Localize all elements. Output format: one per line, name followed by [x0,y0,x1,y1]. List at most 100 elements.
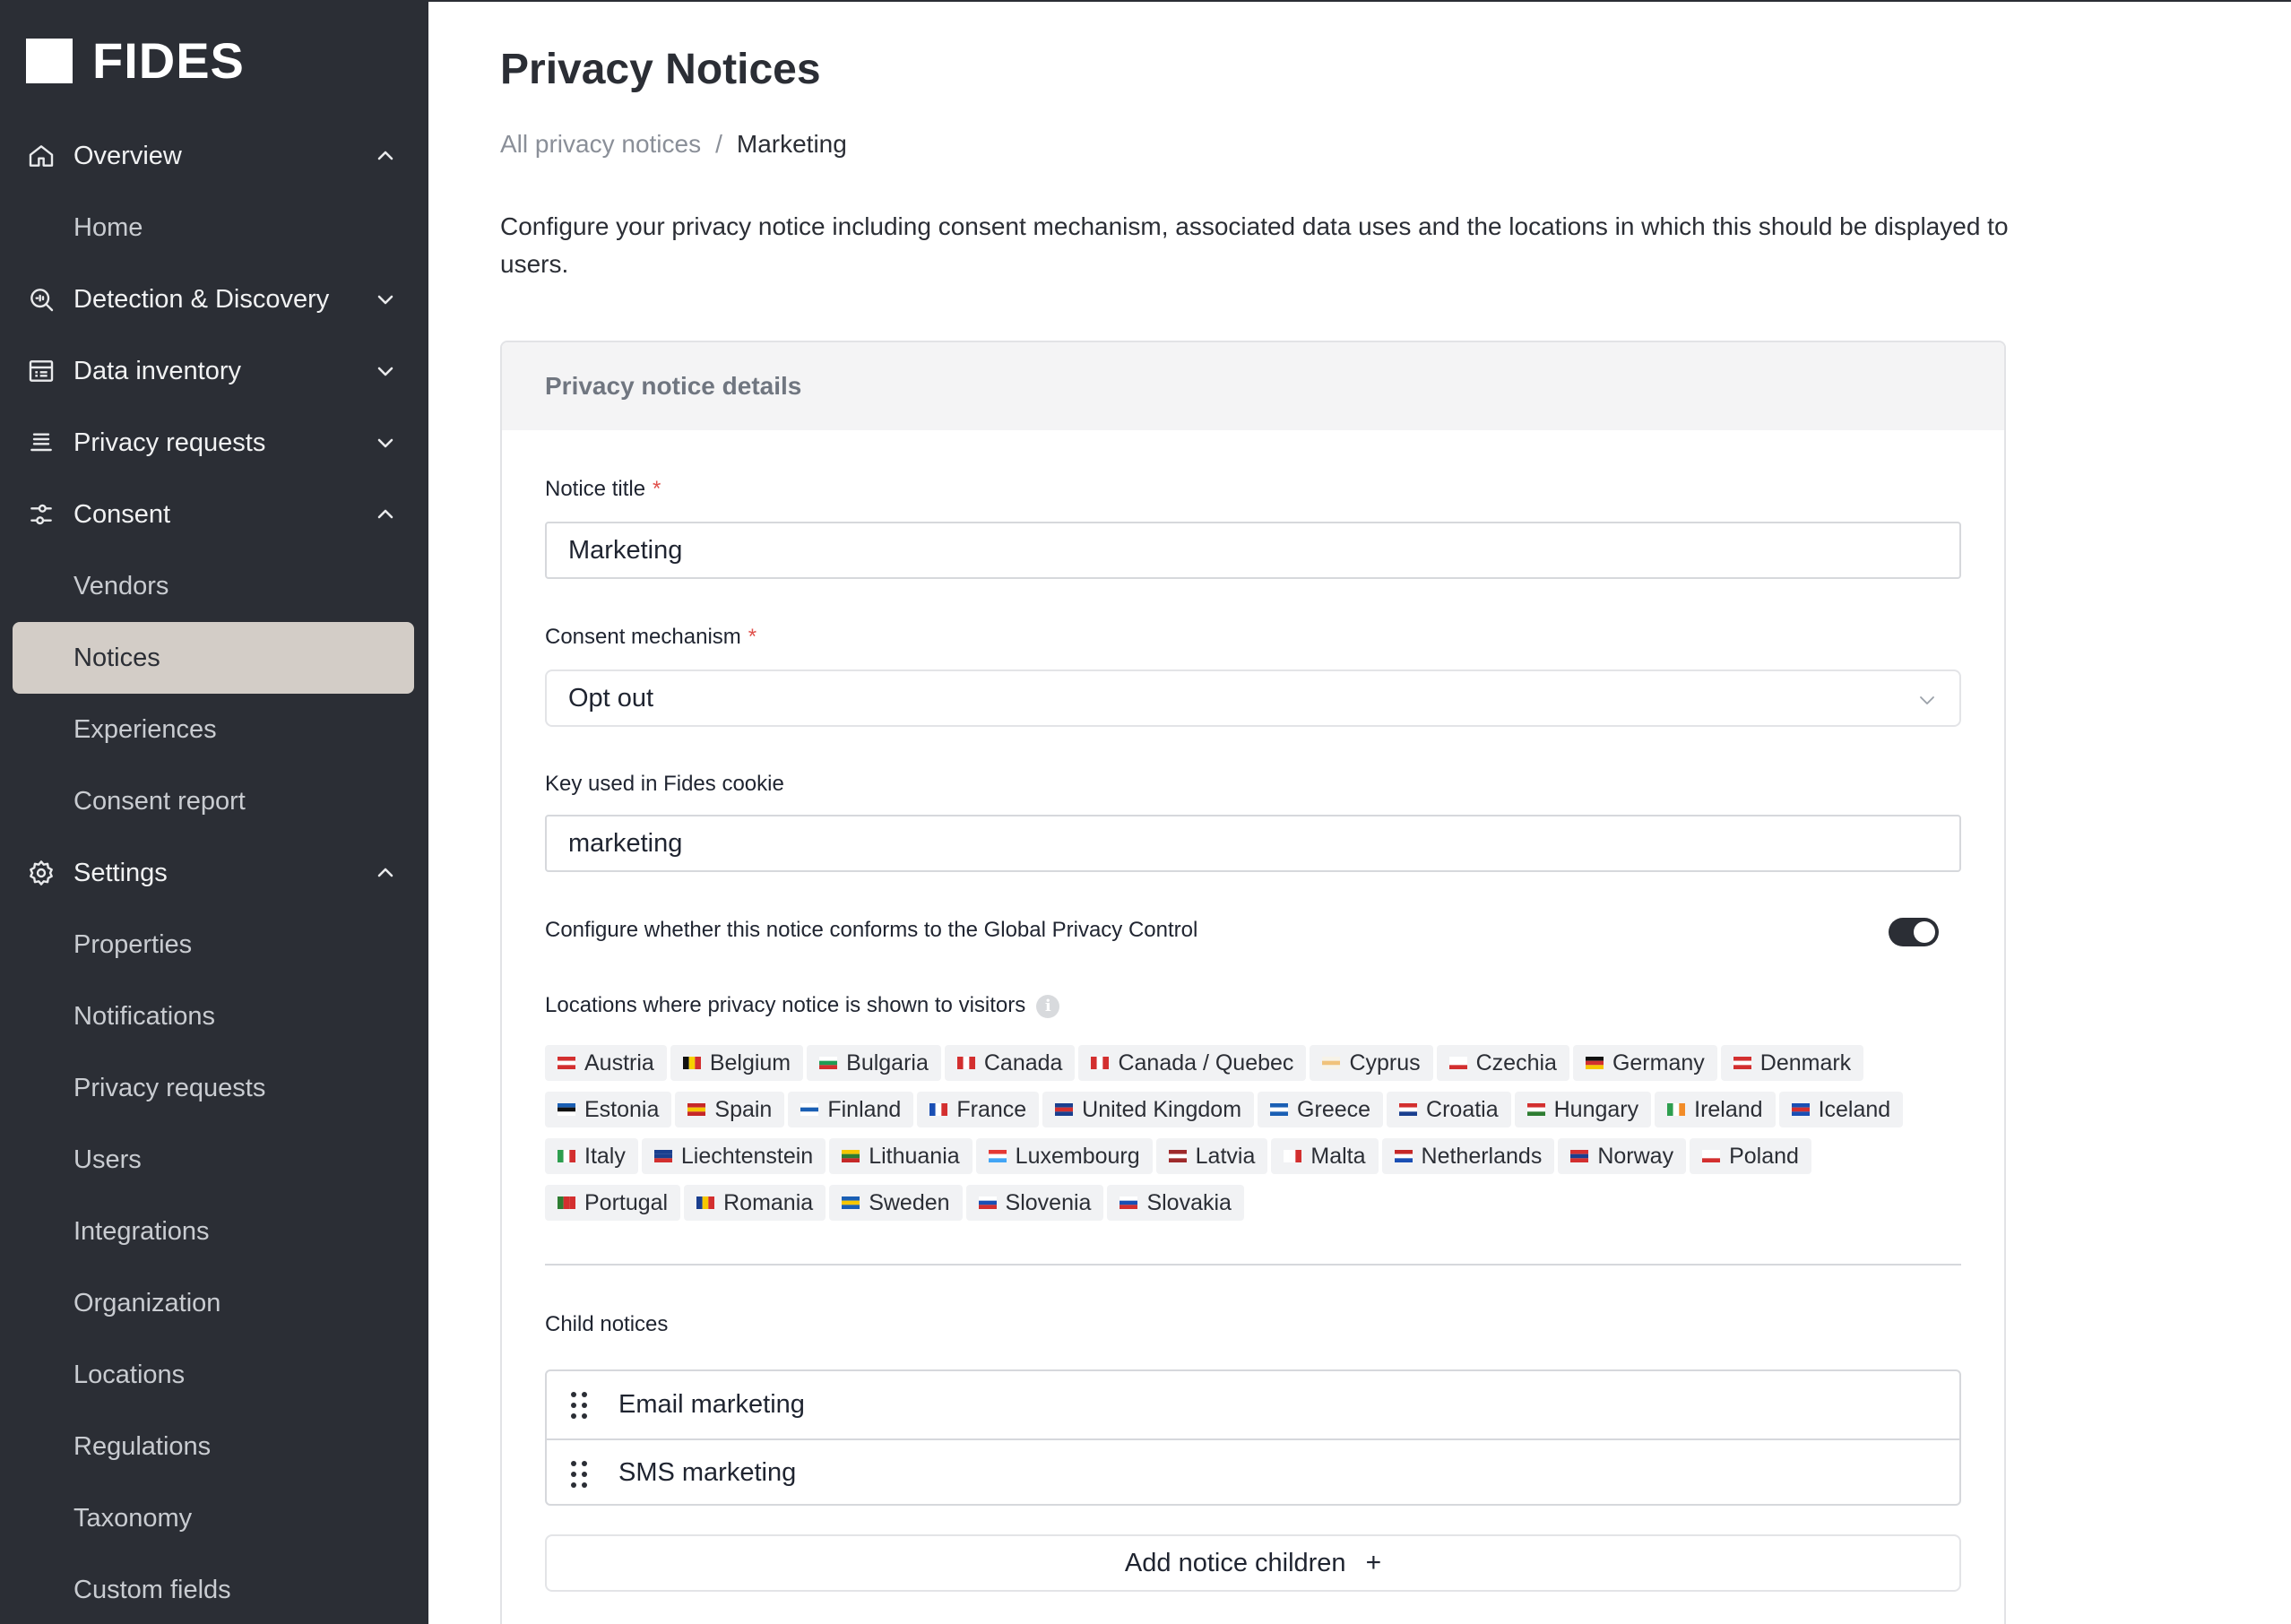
location-tag[interactable]: Belgium [670,1045,804,1081]
nav-integrations[interactable]: Integrations [0,1196,428,1267]
nav-data-inventory[interactable]: Data inventory [0,335,428,407]
nav-regulations[interactable]: Regulations [0,1411,428,1482]
location-tag[interactable]: Portugal [545,1185,681,1221]
notice-title-label: Notice title * [545,477,661,502]
nav-locations[interactable]: Locations [0,1339,428,1411]
drag-handle-icon[interactable] [568,1458,590,1490]
location-tag[interactable]: Lithuania [829,1138,973,1174]
location-tag[interactable]: Italy [545,1138,638,1174]
location-tag[interactable]: Canada [944,1045,1076,1081]
drag-handle-icon[interactable] [568,1389,590,1421]
toggle-knob [1914,921,1935,943]
cookie-key-label: Key used in Fides cookie [545,772,784,797]
card-header: Privacy notice details [502,342,2004,430]
flag-icon [1526,1103,1545,1116]
nav-experiences-label: Experiences [73,714,217,744]
location-tag[interactable]: Estonia [545,1092,672,1127]
page-description: Configure your privacy notice including … [500,212,2009,278]
breadcrumb-parent-link[interactable]: All privacy notices [500,130,701,159]
notice-title-input[interactable]: Marketing [545,522,1961,579]
chevron-up-icon [377,151,393,160]
nav-privacy-requests[interactable]: Privacy requests [0,407,428,479]
child-notices-label-text: Child notices [545,1312,669,1336]
nav-vendors[interactable]: Vendors [0,550,428,622]
location-tag[interactable]: Spain [675,1092,785,1127]
nav-home[interactable]: Home [0,192,428,263]
flag-icon [1667,1103,1686,1116]
nav-experiences[interactable]: Experiences [0,694,428,765]
gpc-label: Configure whether this notice conforms t… [545,918,1197,943]
gpc-toggle[interactable] [1889,918,1939,946]
flag-icon [558,1103,575,1116]
add-notice-children-label: Add notice children [1124,1548,1346,1577]
location-tag[interactable]: Liechtenstein [641,1138,826,1174]
nav-consent-report[interactable]: Consent report [0,765,428,837]
consent-mechanism-select[interactable]: Opt out [545,669,1961,727]
add-notice-children-button[interactable]: Add notice children + [545,1534,1961,1592]
location-tag[interactable]: Denmark [1720,1045,1864,1081]
list-icon [30,433,52,452]
location-tag[interactable]: Netherlands [1381,1138,1555,1174]
location-tag[interactable]: Bulgaria [807,1045,941,1081]
location-tag-label: Luxembourg [1015,1143,1140,1169]
location-tag[interactable]: Sweden [829,1185,963,1221]
location-tag[interactable]: Cyprus [1310,1045,1433,1081]
child-notice-item[interactable]: Email marketing [547,1371,1959,1438]
section-divider [545,1264,1961,1266]
nav-organization[interactable]: Organization [0,1267,428,1339]
location-tag[interactable]: Czechia [1436,1045,1569,1081]
location-tag[interactable]: Austria [545,1045,667,1081]
location-tag-label: Greece [1297,1096,1371,1122]
sidebar: FIDES Overview Home Detection & Discover… [0,0,428,1624]
location-tag-label: Lithuania [869,1143,960,1169]
location-tag[interactable]: Hungary [1514,1092,1652,1127]
location-tag[interactable]: Ireland [1655,1092,1776,1127]
chevron-down-icon [377,438,393,448]
nav-overview[interactable]: Overview [0,120,428,192]
location-tag[interactable]: Malta [1271,1138,1379,1174]
nav-settings-privacy-requests[interactable]: Privacy requests [0,1052,428,1124]
location-tag[interactable]: Slovenia [965,1185,1104,1221]
nav-consent[interactable]: Consent [0,479,428,550]
location-tag[interactable]: France [917,1092,1040,1127]
nav-properties[interactable]: Properties [0,909,428,980]
location-tag[interactable]: United Kingdom [1042,1092,1255,1127]
flag-icon [1284,1150,1302,1162]
nav-custom-fields[interactable]: Custom fields [0,1554,428,1624]
nav-notifications[interactable]: Notifications [0,980,428,1052]
location-tag[interactable]: Canada / Quebec [1078,1045,1307,1081]
location-tag[interactable]: Romania [684,1185,826,1221]
location-tag[interactable]: Greece [1258,1092,1384,1127]
table-icon [29,360,54,382]
nav-notices[interactable]: Notices [13,622,414,694]
nav-locations-label: Locations [73,1360,186,1389]
location-tag[interactable]: Poland [1690,1138,1811,1174]
location-tag[interactable]: Germany [1572,1045,1717,1081]
location-tag[interactable]: Latvia [1155,1138,1268,1174]
nav-detection-label: Detection & Discovery [73,284,330,314]
location-tag[interactable]: Finland [788,1092,914,1127]
fides-logo[interactable]: FIDES [26,31,245,90]
location-tag-row: Estonia Spain Finland France United Kingdom G… [545,1092,1979,1127]
nav-taxonomy[interactable]: Taxonomy [0,1482,428,1554]
location-tag[interactable]: Croatia [1387,1092,1511,1127]
location-tag-row: Portugal Romania Sweden Slovenia Slovakia [545,1185,1979,1221]
info-icon[interactable]: i [1036,994,1060,1018]
location-tag[interactable]: Iceland [1778,1092,1904,1127]
location-tag-label: Denmark [1759,1050,1852,1075]
nav-detection-discovery[interactable]: Detection & Discovery [0,263,428,335]
location-tag[interactable]: Slovakia [1107,1185,1244,1221]
nav-users[interactable]: Users [0,1124,428,1196]
location-tag-label: Liechtenstein [680,1143,814,1169]
location-tag-label: Slovenia [1005,1189,1092,1215]
location-tag-label: Ireland [1694,1096,1763,1122]
breadcrumb-separator: / [715,130,722,158]
location-tag-label: Finland [827,1096,902,1122]
location-tag[interactable]: Luxembourg [975,1138,1153,1174]
location-tag[interactable]: Norway [1558,1138,1687,1174]
child-notice-item[interactable]: SMS marketing [547,1438,1959,1506]
cookie-key-input[interactable]: marketing [545,815,1961,872]
nav-settings[interactable]: Settings [0,837,428,909]
nav-users-label: Users [73,1145,142,1174]
flag-icon [1448,1057,1467,1069]
